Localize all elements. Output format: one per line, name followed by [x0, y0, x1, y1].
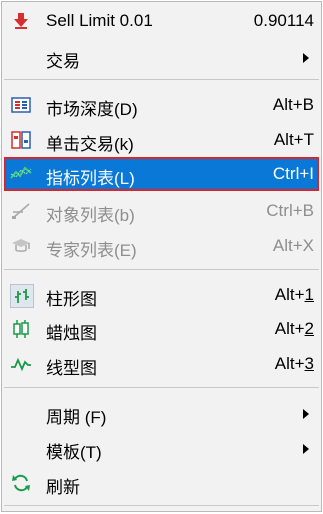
- candlestick-item[interactable]: 蜡烛图 Alt+2: [4, 313, 319, 345]
- indicator-list-item[interactable]: 指标列表(L) Ctrl+I: [4, 157, 319, 191]
- submenu-arrow-icon: [303, 444, 309, 454]
- template-label: 模板(T): [46, 443, 102, 462]
- refresh-label: 刷新: [46, 478, 80, 497]
- line-chart-shortcut: Alt+3: [274, 354, 314, 373]
- sell-limit-value: 0.90114: [253, 11, 314, 30]
- expert-list-icon: [10, 235, 32, 257]
- market-depth-icon: [10, 94, 32, 116]
- separator: [4, 79, 319, 80]
- submenu-arrow-icon: [303, 53, 309, 63]
- one-click-trading-label: 单击交易(k): [46, 135, 134, 154]
- market-depth-shortcut: Alt+B: [272, 95, 314, 114]
- object-list-icon: [10, 200, 32, 222]
- candlestick-shortcut: Alt+2: [274, 319, 314, 338]
- period-submenu-item[interactable]: 周期 (F): [4, 397, 319, 429]
- separator: [4, 505, 319, 506]
- separator: [4, 387, 319, 388]
- one-click-trading-icon: [10, 129, 32, 151]
- line-chart-icon: [10, 353, 32, 375]
- bar-chart-item[interactable]: 柱形图 Alt+1: [4, 279, 319, 311]
- market-depth-item[interactable]: 市场深度(D) Alt+B: [4, 89, 319, 121]
- template-submenu-item[interactable]: 模板(T): [4, 432, 319, 464]
- sell-down-arrow-icon: [10, 10, 32, 32]
- line-chart-label: 线型图: [46, 359, 97, 378]
- indicator-list-icon: [10, 162, 32, 184]
- bar-chart-label: 柱形图: [46, 290, 97, 309]
- submenu-arrow-icon: [303, 409, 309, 419]
- one-click-trading-item[interactable]: 单击交易(k) Alt+T: [4, 124, 319, 156]
- sell-limit-item[interactable]: Sell Limit 0.01 0.90114: [4, 5, 319, 37]
- object-list-item[interactable]: 对象列表(b) Ctrl+B: [4, 195, 319, 227]
- refresh-icon: [10, 472, 32, 494]
- bar-chart-shortcut: Alt+1: [274, 285, 314, 304]
- trade-submenu-item[interactable]: 交易: [4, 41, 319, 73]
- trade-label: 交易: [46, 52, 80, 71]
- expert-list-label: 专家列表(E): [46, 241, 137, 260]
- refresh-item[interactable]: 刷新: [4, 467, 319, 499]
- one-click-trading-shortcut: Alt+T: [273, 130, 314, 149]
- line-chart-item[interactable]: 线型图 Alt+3: [4, 348, 319, 380]
- object-list-shortcut: Ctrl+B: [266, 201, 314, 220]
- candlestick-label: 蜡烛图: [46, 324, 97, 343]
- period-label: 周期 (F): [46, 408, 107, 427]
- indicator-list-label: 指标列表(L): [46, 169, 135, 188]
- object-list-label: 对象列表(b): [46, 206, 135, 225]
- bar-chart-icon: [10, 284, 34, 308]
- expert-list-shortcut: Alt+X: [272, 236, 314, 255]
- sell-limit-label: Sell Limit 0.01: [46, 11, 153, 30]
- context-menu: Sell Limit 0.01 0.90114 交易 市场深度(D) Alt+B: [1, 1, 322, 512]
- market-depth-label: 市场深度(D): [46, 100, 138, 119]
- separator: [4, 269, 319, 270]
- candlestick-icon: [10, 318, 32, 340]
- indicator-list-shortcut: Ctrl+I: [272, 164, 314, 183]
- expert-list-item[interactable]: 专家列表(E) Alt+X: [4, 230, 319, 262]
